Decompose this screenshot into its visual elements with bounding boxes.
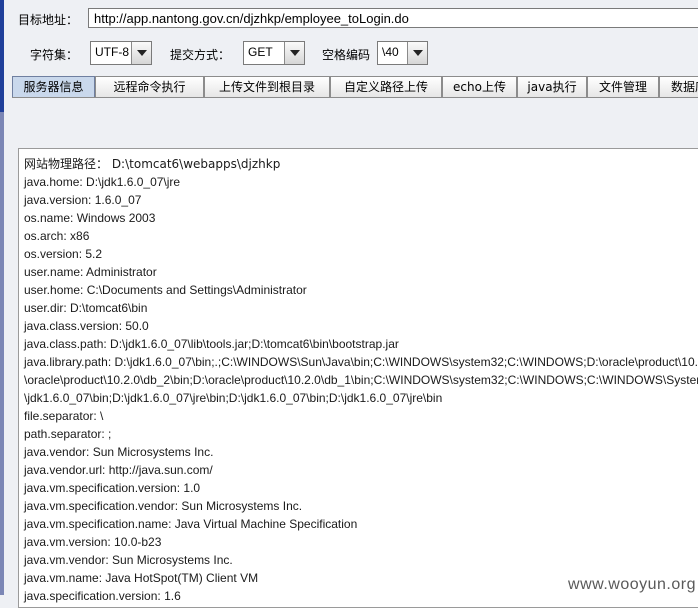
url-input[interactable]: http://app.nantong.gov.cn/djzhkp/employe… [88,8,698,28]
info-line: java.class.path: D:\jdk1.6.0_07\lib\tool… [24,337,399,351]
info-line: java.vendor: Sun Microsystems Inc. [24,445,214,459]
info-line: 网站物理路径： D:\tomcat6\webapps\djzhkp [24,157,281,171]
server-info-textarea[interactable]: 网站物理路径： D:\tomcat6\webapps\djzhkp java.h… [18,148,698,608]
tab-echo-upload[interactable]: echo上传 [442,76,517,97]
info-line: java.class.version: 50.0 [24,319,149,333]
info-line: java.vm.specification.vendor: Sun Micros… [24,499,303,513]
tab-database[interactable]: 数据库 [659,76,698,97]
info-line: \oracle\product\10.2.0\db_2\bin;D:\oracl… [24,373,698,387]
space-encoding-select[interactable]: \40 [377,41,428,65]
info-line: java.library.path: D:\jdk1.6.0_07\bin;.;… [24,355,698,369]
info-line: java.vendor.url: http://java.sun.com/ [24,463,213,477]
url-label: 目标地址： [18,13,79,27]
info-line: user.name: Administrator [24,265,157,279]
info-line: os.arch: x86 [24,229,90,243]
method-select[interactable]: GET [243,41,305,65]
space-encoding-value: \40 [382,45,399,59]
info-line: file.separator: \ [24,409,104,423]
charset-label: 字符集： [30,48,79,62]
method-label: 提交方式： [170,48,231,62]
tab-file-manager[interactable]: 文件管理 [587,76,659,97]
tab-panel-header [12,98,698,146]
info-line: user.dir: D:\tomcat6\bin [24,301,148,315]
tab-remote-command[interactable]: 远程命令执行 [95,76,204,97]
info-line: java.vm.version: 10.0-b23 [24,535,162,549]
tab-java-exec[interactable]: java执行 [517,76,587,97]
info-line: os.name: Windows 2003 [24,211,156,225]
tab-bar: 服务器信息 远程命令执行 上传文件到根目录 自定义路径上传 echo上传 jav… [12,76,698,98]
info-line: java.vm.name: Java HotSpot(TM) Client VM [24,571,259,585]
info-line: path.separator: ; [24,427,112,441]
chevron-down-icon[interactable] [284,42,304,64]
info-line: java.vm.specification.name: Java Virtual… [24,517,358,531]
info-line: java.specification.version: 1.6 [24,589,181,603]
window-edge-lower [0,112,4,595]
charset-select[interactable]: UTF-8 [90,41,152,65]
charset-value: UTF-8 [95,45,129,59]
info-line: os.version: 5.2 [24,247,103,261]
info-line: java.vm.vendor: Sun Microsystems Inc. [24,553,233,567]
tab-server-info[interactable]: 服务器信息 [12,76,95,97]
chevron-down-icon[interactable] [131,42,151,64]
method-value: GET [248,45,273,59]
info-line: \jdk1.6.0_07\bin;D:\jdk1.6.0_07\jre\bin;… [24,391,443,405]
tab-upload-root[interactable]: 上传文件到根目录 [204,76,330,97]
tab-custom-path-upload[interactable]: 自定义路径上传 [330,76,442,97]
info-line: java.home: D:\jdk1.6.0_07\jre [24,175,181,189]
url-row: 目标地址： http://app.nantong.gov.cn/djzhkp/e… [0,8,698,30]
info-line: java.vm.specification.version: 1.0 [24,481,201,495]
info-line: user.home: C:\Documents and Settings\Adm… [24,283,307,297]
chevron-down-icon[interactable] [407,42,427,64]
info-line: java.version: 1.6.0_07 [24,193,142,207]
space-encoding-label: 空格编码 [322,48,371,62]
watermark: www.wooyun.org [568,576,696,593]
